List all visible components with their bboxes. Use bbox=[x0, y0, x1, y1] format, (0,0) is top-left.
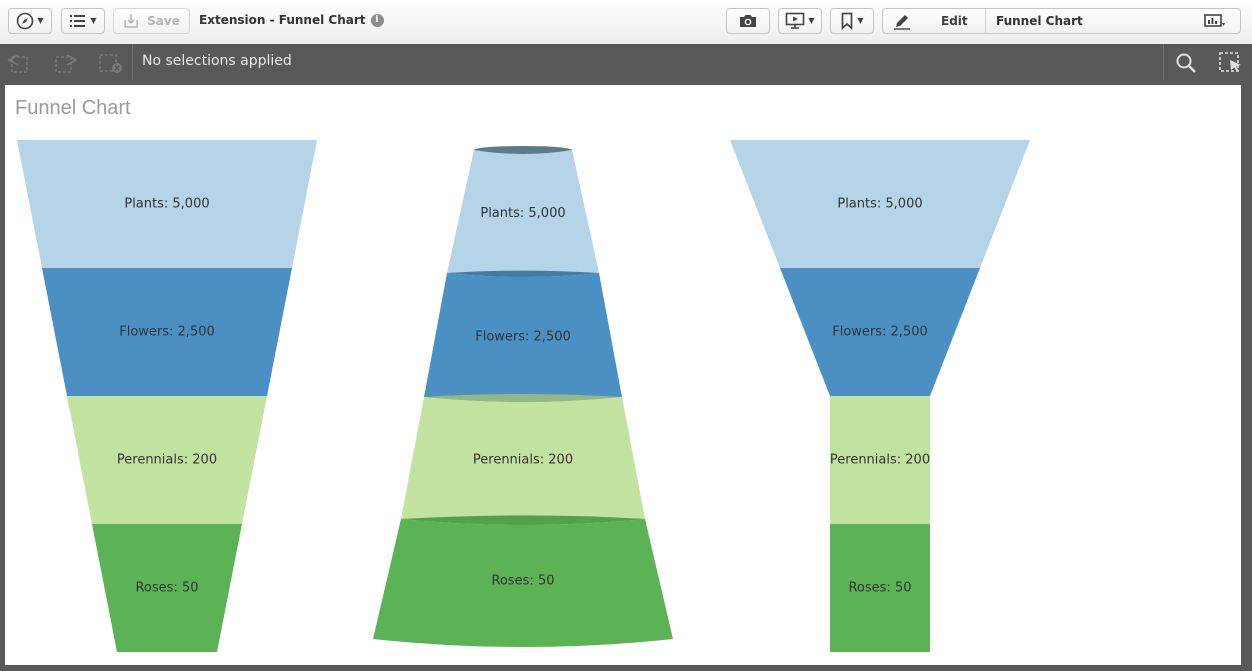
segment-label: Perennials: 200 bbox=[830, 453, 930, 468]
segment-label: Roses: 50 bbox=[135, 581, 198, 596]
segment-label: Roses: 50 bbox=[848, 581, 911, 596]
search-icon[interactable] bbox=[1174, 51, 1198, 79]
selections-status: No selections applied bbox=[142, 53, 292, 69]
sheet-selector[interactable]: Funnel Chart bbox=[985, 8, 1241, 34]
clear-selections-icon[interactable] bbox=[98, 52, 124, 78]
segment-label: Plants: 5,000 bbox=[124, 197, 209, 212]
edit-button[interactable]: Edit bbox=[882, 8, 986, 34]
toolbar: ▼ ▼ Save Extension - Funnel Chart i ▼ ▼ bbox=[0, 0, 1252, 45]
presentation-icon bbox=[785, 12, 805, 30]
step-back-icon[interactable] bbox=[6, 52, 32, 78]
chevron-down-icon: ▼ bbox=[37, 16, 44, 25]
snapshot-button[interactable] bbox=[726, 8, 770, 34]
sheet-icon bbox=[1204, 14, 1226, 33]
save-label: Save bbox=[147, 14, 180, 28]
segment-label: Perennials: 200 bbox=[473, 453, 573, 468]
segment-label: Plants: 5,000 bbox=[837, 197, 922, 212]
list-button[interactable]: ▼ bbox=[61, 8, 105, 34]
pencil-icon bbox=[893, 12, 911, 30]
funnel-chart-trapezoid: Plants: 5,000 Flowers: 2,500 Perennials: 2… bbox=[17, 140, 317, 652]
edit-label: Edit bbox=[941, 14, 968, 28]
selections-bar: No selections applied bbox=[0, 44, 1252, 80]
bookmark-button[interactable]: ▼ bbox=[830, 8, 874, 34]
navigation-button[interactable]: ▼ bbox=[8, 8, 52, 34]
chevron-down-icon: ▼ bbox=[808, 16, 815, 25]
bookmark-icon bbox=[840, 12, 854, 30]
app-title: Extension - Funnel Chart i bbox=[199, 13, 384, 27]
segment-label: Roses: 50 bbox=[491, 574, 554, 589]
selections-tool-icon[interactable] bbox=[1218, 51, 1244, 79]
divider bbox=[132, 44, 133, 80]
segment-label: Flowers: 2,500 bbox=[832, 325, 928, 340]
segment-label: Perennials: 200 bbox=[117, 453, 217, 468]
divider bbox=[1163, 44, 1164, 80]
funnel-chart-cone: Plants: 5,000 Flowers: 2,500 Perennials: 2… bbox=[373, 146, 673, 647]
sheet-canvas: Funnel Chart Plants: 5,000 Flowers: 2,500… bbox=[5, 85, 1241, 665]
save-button[interactable]: Save bbox=[113, 8, 190, 34]
funnel-chart-funnel: Plants: 5,000 Flowers: 2,500 Perennials: 2… bbox=[730, 140, 1030, 652]
segment-label: Plants: 5,000 bbox=[480, 206, 565, 221]
info-icon[interactable]: i bbox=[370, 13, 384, 27]
chevron-down-icon: ▼ bbox=[90, 16, 97, 25]
step-forward-icon[interactable] bbox=[53, 52, 79, 78]
chevron-down-icon: ▼ bbox=[857, 16, 864, 25]
save-icon bbox=[123, 13, 139, 29]
present-button[interactable]: ▼ bbox=[778, 8, 822, 34]
sheet-name: Funnel Chart bbox=[996, 14, 1083, 28]
segment-label: Flowers: 2,500 bbox=[119, 325, 215, 340]
compass-icon bbox=[16, 12, 34, 30]
app-title-text: Extension - Funnel Chart bbox=[199, 13, 366, 27]
list-icon bbox=[69, 14, 87, 28]
segment-label: Flowers: 2,500 bbox=[475, 330, 571, 345]
camera-icon bbox=[738, 13, 758, 29]
funnel-charts: Plants: 5,000 Flowers: 2,500 Perennials: 2… bbox=[17, 140, 1030, 652]
